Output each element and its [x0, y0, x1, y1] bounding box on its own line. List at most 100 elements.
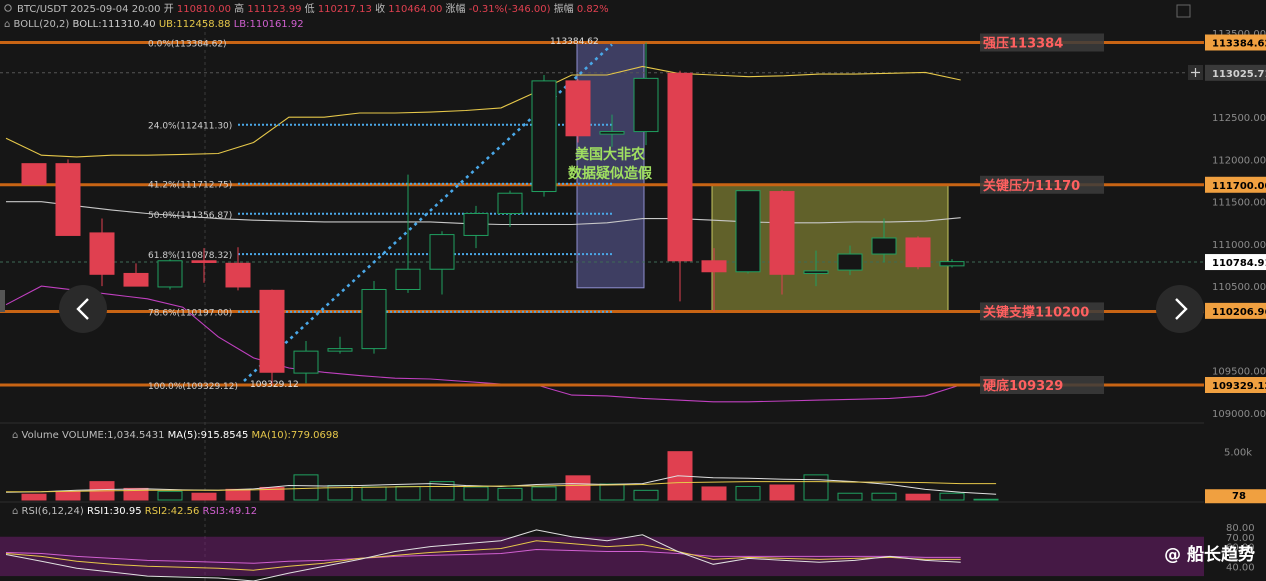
volume-bar	[633, 489, 659, 501]
nav-prev-button[interactable]	[59, 285, 107, 333]
nav-next-circle[interactable]	[1156, 285, 1204, 333]
volume-bar	[395, 485, 421, 501]
volume-legend: ⌂ Volume VOLUME:1,034.5431 MA(5):915.854…	[12, 430, 339, 441]
volume-bar	[837, 492, 863, 501]
add-alert-button[interactable]	[1188, 65, 1203, 80]
key-level-label: 关键支撑110200	[983, 304, 1089, 320]
price-tick-label: 109000.00	[1212, 409, 1266, 420]
key-level-label: 关键压力11170	[983, 178, 1080, 194]
fullscreen-icon[interactable]	[1176, 4, 1191, 18]
candle	[259, 289, 285, 385]
volume-bar	[565, 475, 591, 501]
candle-body	[871, 237, 897, 255]
candle-body	[565, 80, 591, 137]
candle-body	[633, 77, 659, 133]
candle	[89, 218, 115, 287]
candle	[429, 231, 455, 295]
price-chart[interactable]: 强压113384 关键压力11170 关键支撑110200 硬底109329 0.0%…	[0, 0, 1266, 581]
candle	[395, 174, 421, 293]
left-panel-handle[interactable]	[0, 290, 5, 312]
candle-body	[225, 262, 251, 288]
candle	[735, 190, 761, 274]
volume-bar	[463, 486, 489, 501]
candle-body	[463, 212, 489, 236]
header-dot-icon	[4, 4, 12, 12]
candle-body	[293, 350, 319, 374]
candle-body	[803, 270, 829, 274]
volume-bar	[225, 488, 251, 501]
fib-level-label: 50.0%(111356.87)	[148, 211, 232, 221]
candle-body	[769, 191, 795, 275]
fib-level-label: 61.8%(110878.32)	[148, 251, 232, 261]
candle-body	[327, 348, 353, 352]
volume-bar	[599, 483, 625, 501]
price-tag-label: 110784.91	[1212, 258, 1266, 269]
volume-bar	[973, 498, 999, 501]
price-tick-label: 109500.00	[1212, 367, 1266, 378]
price-tag-label: 109329.12	[1212, 381, 1266, 392]
candle-body	[429, 234, 455, 270]
candle-body	[89, 232, 115, 275]
candle	[21, 163, 47, 186]
price-tick-label: 112000.00	[1212, 155, 1266, 166]
candle-body	[735, 190, 761, 273]
key-level-label: 硬底109329	[983, 378, 1063, 394]
candle	[497, 190, 523, 227]
rsi-band	[0, 536, 1204, 577]
volume-bar	[497, 487, 523, 501]
volume-bar	[701, 486, 727, 501]
volume-bar	[157, 490, 183, 501]
high-marker: 113384.62	[550, 37, 599, 47]
rsi-legend: ⌂ RSI(6,12,24) RSI1:30.95 RSI2:42.56 RSI…	[12, 506, 257, 517]
chart-app: 强压113384 关键压力11170 关键支撑110200 硬底109329 0.0%…	[0, 0, 1266, 581]
candle-body	[395, 268, 421, 290]
volume-bar	[769, 484, 795, 501]
boll-upper-line	[5, 65, 961, 158]
candle	[123, 263, 149, 287]
fib-level-label: 41.2%(111712.75)	[148, 181, 232, 191]
candle	[293, 341, 319, 384]
symbol: BTC/USDT 2025-09-04 20:00 开 110810.00 高 …	[17, 2, 609, 15]
candle-body	[905, 237, 931, 268]
key-level-label: 强压113384	[983, 37, 1063, 52]
volume-bar	[361, 486, 387, 501]
fib-level-label: 24.0%(112411.30)	[148, 122, 232, 132]
fib-level-label: 100.0%(109329.12)	[148, 382, 238, 392]
price-tag-label: 113384.62	[1212, 39, 1266, 50]
candle-body	[837, 253, 863, 271]
candle	[667, 70, 693, 302]
nfp-note-line1: 美国大非农	[575, 146, 646, 163]
volume-bar	[871, 492, 897, 501]
volume-bar	[55, 490, 81, 501]
watermark: @ 船长趋势	[1164, 544, 1255, 565]
candle-body	[191, 260, 217, 263]
candle-body	[531, 80, 557, 193]
volume-legend-text[interactable]: ⌂ Volume VOLUME:1,034.5431 MA(5):915.854…	[12, 430, 339, 441]
candle	[905, 236, 931, 270]
candle	[361, 281, 387, 354]
volume-bar	[531, 486, 557, 501]
candle	[55, 159, 81, 236]
volume-tag-label: 78	[1232, 491, 1246, 502]
volume-bar	[803, 474, 829, 501]
boll-legend[interactable]: ⌂ BOLL(20,2) BOLL:111310.40 UB:112458.88…	[4, 19, 304, 30]
candle-body	[123, 272, 149, 287]
candle-body	[497, 192, 523, 214]
fib-level-label: 78.6%(110197.00)	[148, 309, 232, 319]
candle-body	[599, 131, 625, 135]
rsi-legend-text[interactable]: ⌂ RSI(6,12,24) RSI1:30.95 RSI2:42.56 RSI…	[12, 506, 257, 517]
candle	[327, 336, 353, 354]
nav-prev-circle[interactable]	[59, 285, 107, 333]
price-tick-label: 110500.00	[1212, 282, 1266, 293]
nav-next-button[interactable]	[1156, 285, 1204, 333]
volume-bar	[21, 493, 47, 501]
volume-bar	[191, 492, 217, 501]
candle-body	[667, 72, 693, 262]
fib-level-label: 0.0%(113384.62)	[148, 40, 227, 50]
header-bar: BTC/USDT 2025-09-04 20:00 开 110810.00 高 …	[4, 2, 1191, 30]
low-marker: 109329.12	[250, 380, 299, 390]
price-tag-label: 113025.71	[1212, 69, 1266, 80]
price-tick-label: 112500.00	[1212, 113, 1266, 124]
price-tick-label: 111000.00	[1212, 240, 1266, 251]
volume-bar	[939, 492, 965, 501]
